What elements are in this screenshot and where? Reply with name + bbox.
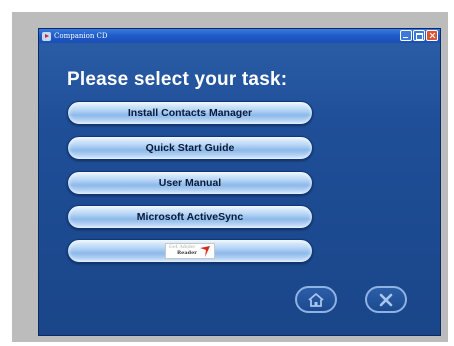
home-icon bbox=[308, 292, 324, 307]
page-title: Please select your task: bbox=[67, 69, 288, 90]
window-title: Companion CD bbox=[54, 32, 108, 40]
button-label: Microsoft ActiveSync bbox=[136, 211, 244, 223]
title-bar[interactable]: Companion CD bbox=[39, 29, 440, 43]
user-manual-button[interactable]: User Manual bbox=[67, 171, 313, 195]
page-background: Companion CD Please select your task: In… bbox=[0, 0, 454, 346]
microsoft-activesync-button[interactable]: Microsoft ActiveSync bbox=[67, 205, 313, 229]
button-label: Quick Start Guide bbox=[145, 142, 235, 154]
close-icon bbox=[379, 293, 393, 306]
button-label: User Manual bbox=[158, 177, 222, 189]
companion-cd-window: Companion CD Please select your task: In… bbox=[38, 28, 441, 336]
app-icon bbox=[42, 31, 51, 41]
window-controls bbox=[400, 30, 438, 41]
maximize-button[interactable] bbox=[413, 30, 425, 41]
quick-start-guide-button[interactable]: Quick Start Guide bbox=[67, 136, 313, 160]
home-button[interactable] bbox=[295, 286, 337, 313]
adobe-reader-icon bbox=[200, 246, 210, 257]
adobe-reader-logo: Get Adobe Reader bbox=[165, 243, 215, 259]
close-window-button[interactable] bbox=[426, 30, 438, 41]
install-contacts-manager-button[interactable]: Install Contacts Manager bbox=[67, 101, 313, 125]
button-label: Install Contacts Manager bbox=[127, 107, 253, 119]
minimize-button[interactable] bbox=[400, 30, 412, 41]
adobe-reader-button[interactable]: Get Adobe Reader bbox=[67, 239, 313, 263]
logo-text-reader: Reader bbox=[177, 250, 197, 257]
exit-button[interactable] bbox=[365, 286, 407, 313]
